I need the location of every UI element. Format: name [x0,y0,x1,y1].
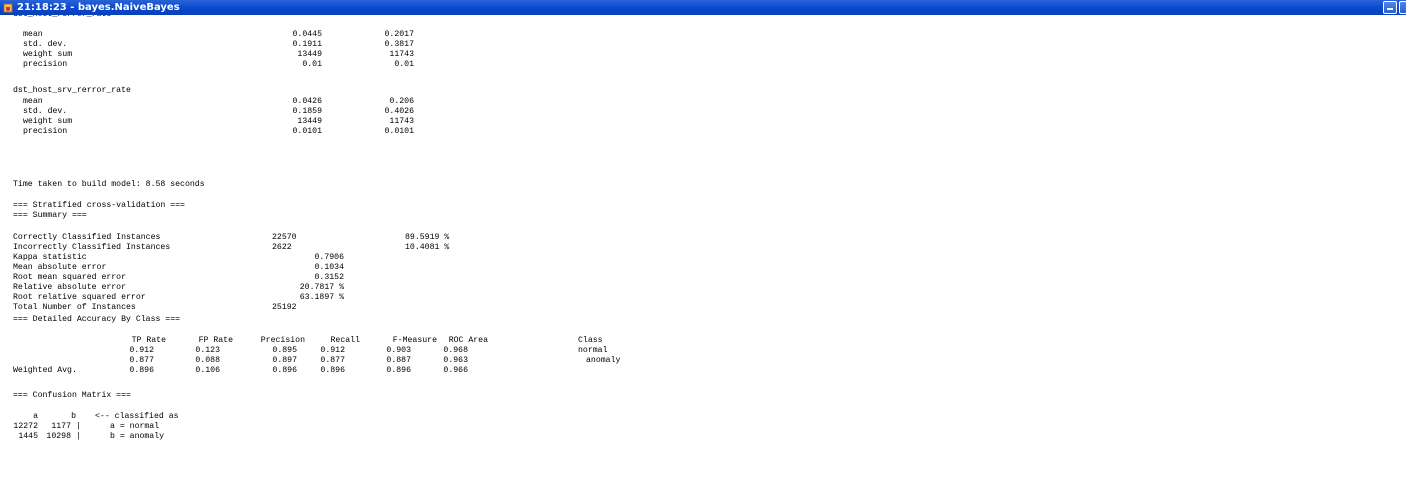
stat-value-normal: 0.0445 [292,30,322,39]
accuracy-value: 0.877 [320,356,345,365]
accuracy-value: 0.896 [129,366,154,375]
stat-label: std. dev. [23,40,68,49]
confusion-label: a = normal [110,422,160,431]
column-header: TP Rate [131,336,166,345]
stat-label: weight sum [23,50,73,59]
accuracy-value: 0.106 [195,366,220,375]
accuracy-value: 0.963 [443,356,468,365]
summary-percent: 89.5919 % [405,233,450,242]
stat-value-normal: 0.0101 [292,127,322,136]
confusion-label: b = anomaly [110,432,165,441]
accuracy-value: 0.896 [272,366,297,375]
summary-header-text: === Summary === [13,211,87,220]
stat-label: mean [23,97,43,106]
classifier-output-text[interactable]: dst_host_rerror_ratemean 0.0445 0.2017 std.… [0,15,1406,494]
stat-label: mean [23,30,43,39]
confusion-col-b: b [71,412,76,421]
stat-label: weight sum [23,117,73,126]
accuracy-value: 0.903 [386,346,411,355]
column-header: Precision [260,336,305,345]
accuracy-value: 0.966 [443,366,468,375]
stat-value-anomaly: 0.3817 [384,40,414,49]
accuracy-value: 0.088 [195,356,220,365]
accuracy-value: 0.897 [272,356,297,365]
column-header: FP Rate [198,336,233,345]
stat-value-anomaly: 0.206 [389,97,414,106]
confusion-note: <-- classified as [95,412,179,421]
summary-label: Root relative squared error [13,293,146,302]
time-taken-text: Time taken to build model: 8.58 seconds [13,180,205,189]
column-header: Class [578,336,603,345]
summary-percent: 10.4081 % [405,243,450,252]
class-name: anomaly [586,356,621,365]
confusion-separator: | [76,432,81,441]
confusion-separator: | [76,422,81,431]
stat-value-normal: 0.01 [302,60,322,69]
stat-label: precision [23,60,68,69]
summary-label: Kappa statistic [13,253,87,262]
attribute-name-text: dst_host_rerror_rate [13,15,111,20]
summary-label: Root mean squared error [13,273,127,282]
summary-value: 2622 [272,243,292,252]
column-header: Recall [330,336,360,345]
summary-label: Relative absolute error [13,283,127,292]
accuracy-header-text: === Detailed Accuracy By Class === [13,315,181,324]
confusion-cell: 1177 [51,422,71,431]
confusion-col-a: a [33,412,38,421]
cv-header-text: === Stratified cross-validation === [13,201,185,210]
maximize-button[interactable] [1399,1,1406,14]
confusion-header-text: === Confusion Matrix === [13,391,131,400]
stat-value-normal: 0.1859 [292,107,322,116]
accuracy-value: 0.896 [320,366,345,375]
window-title: 21:18:23 - bayes.NaiveBayes [17,2,180,13]
stat-value-normal: 0.0426 [292,97,322,106]
accuracy-value: 0.968 [443,346,468,355]
output-window: 21:18:23 - bayes.NaiveBayes dst_host_rer… [0,0,1406,494]
summary-label: Correctly Classified Instances [13,233,161,242]
stat-label: precision [23,127,68,136]
column-header: ROC Area [448,336,488,345]
summary-label: Incorrectly Classified Instances [13,243,171,252]
summary-value: 22570 [272,233,297,242]
confusion-cell: 12272 [13,422,38,431]
accuracy-value: 0.877 [129,356,154,365]
summary-value: 0.3152 [314,273,344,282]
row-label: Weighted Avg. [13,366,77,375]
stat-value-anomaly: 11743 [389,50,414,59]
stat-value-normal: 13449 [297,117,322,126]
stat-value-anomaly: 0.4026 [384,107,414,116]
attribute-name-text: dst_host_srv_rerror_rate [13,86,131,95]
stat-value-anomaly: 0.2017 [384,30,414,39]
accuracy-value: 0.912 [320,346,345,355]
stat-label: std. dev. [23,107,68,116]
accuracy-value: 0.912 [129,346,154,355]
summary-value: 20.7817 % [299,283,344,292]
stat-value-normal: 0.1911 [292,40,322,49]
confusion-cell: 10298 [46,432,71,441]
accuracy-value: 0.887 [386,356,411,365]
summary-label: Mean absolute error [13,263,107,272]
accuracy-value: 0.123 [195,346,220,355]
summary-value: 0.7906 [314,253,344,262]
stat-value-anomaly: 0.0101 [384,127,414,136]
java-cup-icon [3,3,13,12]
title-bar[interactable]: 21:18:23 - bayes.NaiveBayes [0,0,1406,15]
window-controls [1381,1,1406,14]
summary-label: Total Number of Instances [13,303,136,312]
confusion-cell: 1445 [18,432,38,441]
class-name: normal [578,346,608,355]
summary-value: 0.1034 [314,263,344,272]
accuracy-value: 0.896 [386,366,411,375]
summary-value: 63.1897 % [299,293,344,302]
accuracy-value: 0.895 [272,346,297,355]
stat-value-anomaly: 0.01 [394,60,414,69]
minimize-button[interactable] [1383,1,1397,14]
stat-value-normal: 13449 [297,50,322,59]
summary-value: 25192 [272,303,297,312]
stat-value-anomaly: 11743 [389,117,414,126]
